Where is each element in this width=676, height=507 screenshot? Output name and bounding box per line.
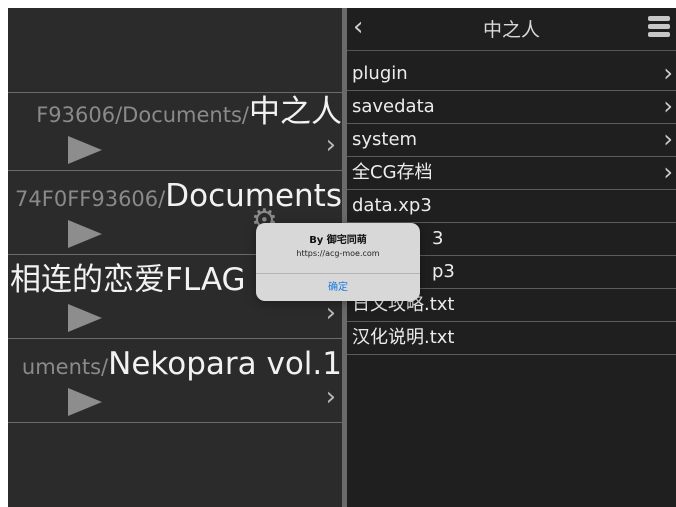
chevron-right-icon: › xyxy=(663,125,673,153)
play-icon[interactable] xyxy=(68,136,102,164)
chevron-right-icon: › xyxy=(663,92,673,120)
file-name: data.xp3 xyxy=(352,195,432,216)
history-item[interactable] xyxy=(8,8,342,93)
ok-button[interactable]: 确定 xyxy=(256,274,420,301)
file-name: p3 xyxy=(432,261,455,282)
file-name: 全CG存档 xyxy=(352,162,433,183)
play-icon[interactable] xyxy=(68,388,102,416)
file-row-savedata[interactable]: savedata › xyxy=(347,91,676,124)
history-item-zhongzhiren[interactable]: F93606/Documents/中之人 › xyxy=(8,86,342,171)
file-name: plugin xyxy=(352,63,408,84)
file-row-chinese-readme[interactable]: 汉化说明.txt xyxy=(347,322,676,355)
history-path-prefix: F93606/Documents/ xyxy=(36,103,249,127)
file-row-plugin[interactable]: plugin › xyxy=(347,58,676,91)
chevron-right-icon[interactable]: › xyxy=(326,298,336,328)
play-icon[interactable] xyxy=(68,220,102,248)
alert-message: https://acg-moe.com xyxy=(296,249,380,258)
history-path-prefix: uments/ xyxy=(21,355,109,379)
chevron-right-icon[interactable]: › xyxy=(326,130,336,160)
file-name: savedata xyxy=(352,96,435,117)
chevron-right-icon: › xyxy=(663,59,673,87)
history-path-prefix: 74F0FF93606/ xyxy=(15,187,166,211)
alert-title: By 御宅同萌 xyxy=(309,235,367,246)
history-path: 74F0FF93606/Documents xyxy=(15,178,342,217)
page-title: 中之人 xyxy=(482,19,540,41)
file-name: system xyxy=(352,129,418,150)
file-name: 汉化说明.txt xyxy=(352,327,455,348)
chevron-right-icon: › xyxy=(663,158,673,186)
file-row-data-xp3[interactable]: data.xp3 xyxy=(347,190,676,223)
history-path-name: Nekopara vol.1 xyxy=(108,346,342,382)
play-icon[interactable] xyxy=(68,304,102,332)
history-item-nekopara[interactable]: uments/Nekopara vol.1 › xyxy=(8,338,342,423)
alert-dialog: By 御宅同萌 https://acg-moe.com 确定 xyxy=(256,223,420,301)
history-path: 相连的恋爱FLAG xyxy=(10,262,246,301)
file-row-system[interactable]: system › xyxy=(347,124,676,157)
history-path: uments/Nekopara vol.1 xyxy=(22,346,342,385)
file-name: 3 xyxy=(432,228,444,249)
history-path-name: 中之人 xyxy=(249,94,342,130)
nav-bar: ‹ 中之人 xyxy=(347,8,676,51)
menu-icon[interactable] xyxy=(648,16,670,38)
file-browser-app: F93606/Documents/中之人 › 74F0FF93606/Docum… xyxy=(8,8,676,507)
file-row-cg-save[interactable]: 全CG存档 › xyxy=(347,157,676,190)
history-path: F93606/Documents/中之人 xyxy=(36,94,342,133)
history-path-name: 相连的恋爱FLAG xyxy=(10,262,246,298)
chevron-right-icon[interactable]: › xyxy=(326,382,336,412)
